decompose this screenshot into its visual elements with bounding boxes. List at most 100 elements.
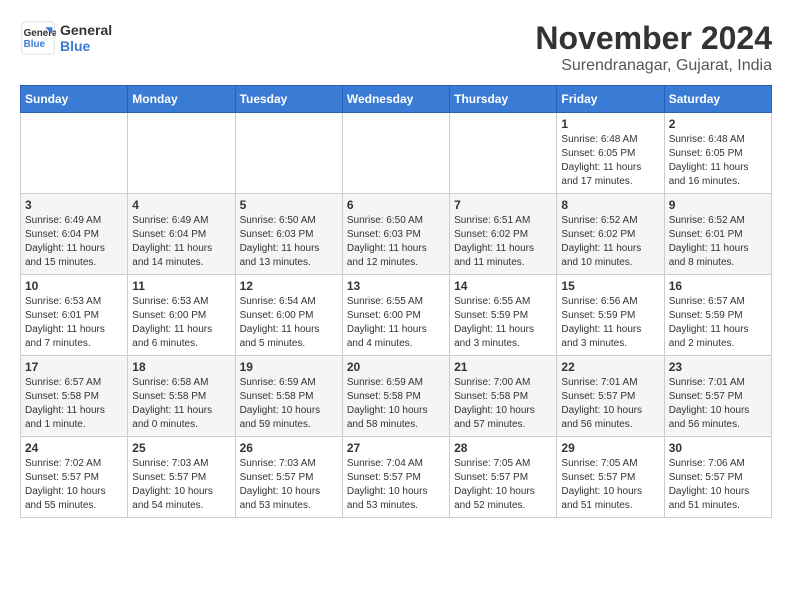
calendar-cell: 29 Sunrise: 7:05 AM Sunset: 5:57 PM Dayli… bbox=[557, 437, 664, 518]
day-number: 18 bbox=[132, 360, 230, 374]
day-number: 11 bbox=[132, 279, 230, 293]
logo-general: General bbox=[60, 22, 112, 38]
day-info: Sunrise: 6:49 AM Sunset: 6:04 PM Dayligh… bbox=[25, 214, 123, 270]
day-info: Sunrise: 6:48 AM Sunset: 6:05 PM Dayligh… bbox=[561, 133, 659, 189]
weekday-header-row: SundayMondayTuesdayWednesdayThursdayFrid… bbox=[21, 86, 772, 113]
calendar-cell bbox=[128, 113, 235, 194]
day-info: Sunrise: 6:53 AM Sunset: 6:00 PM Dayligh… bbox=[132, 295, 230, 351]
day-info: Sunrise: 6:55 AM Sunset: 6:00 PM Dayligh… bbox=[347, 295, 445, 351]
weekday-header-tuesday: Tuesday bbox=[235, 86, 342, 113]
day-number: 7 bbox=[454, 198, 552, 212]
day-number: 22 bbox=[561, 360, 659, 374]
day-info: Sunrise: 6:59 AM Sunset: 5:58 PM Dayligh… bbox=[347, 376, 445, 432]
day-number: 8 bbox=[561, 198, 659, 212]
calendar-cell bbox=[450, 113, 557, 194]
logo-blue: Blue bbox=[60, 38, 112, 54]
week-row-2: 3 Sunrise: 6:49 AM Sunset: 6:04 PM Daylig… bbox=[21, 194, 772, 275]
calendar-cell: 7 Sunrise: 6:51 AM Sunset: 6:02 PM Daylig… bbox=[450, 194, 557, 275]
weekday-header-saturday: Saturday bbox=[664, 86, 771, 113]
day-number: 4 bbox=[132, 198, 230, 212]
day-number: 28 bbox=[454, 441, 552, 455]
day-info: Sunrise: 6:53 AM Sunset: 6:01 PM Dayligh… bbox=[25, 295, 123, 351]
day-info: Sunrise: 7:05 AM Sunset: 5:57 PM Dayligh… bbox=[454, 457, 552, 513]
day-info: Sunrise: 7:02 AM Sunset: 5:57 PM Dayligh… bbox=[25, 457, 123, 513]
calendar-cell: 25 Sunrise: 7:03 AM Sunset: 5:57 PM Dayli… bbox=[128, 437, 235, 518]
calendar-cell: 16Sunrise: 6:57 AM Sunset: 5:59 PM Dayli… bbox=[664, 275, 771, 356]
day-info: Sunrise: 6:57 AM Sunset: 5:59 PM Dayligh… bbox=[669, 295, 767, 351]
month-title: November 2024 bbox=[535, 20, 772, 57]
day-number: 17 bbox=[25, 360, 123, 374]
calendar-cell: 13 Sunrise: 6:55 AM Sunset: 6:00 PM Dayli… bbox=[342, 275, 449, 356]
calendar-cell: 9 Sunrise: 6:52 AM Sunset: 6:01 PM Daylig… bbox=[664, 194, 771, 275]
day-number: 25 bbox=[132, 441, 230, 455]
page-header: General Blue General Blue November 2024 … bbox=[20, 20, 772, 75]
day-number: 20 bbox=[347, 360, 445, 374]
day-number: 26 bbox=[240, 441, 338, 455]
day-info: Sunrise: 6:52 AM Sunset: 6:01 PM Dayligh… bbox=[669, 214, 767, 270]
calendar-cell bbox=[235, 113, 342, 194]
day-info: Sunrise: 6:55 AM Sunset: 5:59 PM Dayligh… bbox=[454, 295, 552, 351]
day-info: Sunrise: 6:49 AM Sunset: 6:04 PM Dayligh… bbox=[132, 214, 230, 270]
day-info: Sunrise: 6:56 AM Sunset: 5:59 PM Dayligh… bbox=[561, 295, 659, 351]
logo-icon: General Blue bbox=[20, 20, 56, 56]
calendar-cell bbox=[21, 113, 128, 194]
week-row-1: 1 Sunrise: 6:48 AM Sunset: 6:05 PM Daylig… bbox=[21, 113, 772, 194]
calendar-cell: 14 Sunrise: 6:55 AM Sunset: 5:59 PM Dayli… bbox=[450, 275, 557, 356]
day-info: Sunrise: 7:03 AM Sunset: 5:57 PM Dayligh… bbox=[132, 457, 230, 513]
calendar-cell bbox=[342, 113, 449, 194]
day-info: Sunrise: 7:01 AM Sunset: 5:57 PM Dayligh… bbox=[669, 376, 767, 432]
day-number: 12 bbox=[240, 279, 338, 293]
calendar-cell: 3 Sunrise: 6:49 AM Sunset: 6:04 PM Daylig… bbox=[21, 194, 128, 275]
day-info: Sunrise: 7:01 AM Sunset: 5:57 PM Dayligh… bbox=[561, 376, 659, 432]
calendar-cell: 18Sunrise: 6:58 AM Sunset: 5:58 PM Dayli… bbox=[128, 356, 235, 437]
calendar-cell: 1 Sunrise: 6:48 AM Sunset: 6:05 PM Daylig… bbox=[557, 113, 664, 194]
day-number: 13 bbox=[347, 279, 445, 293]
calendar-cell: 4 Sunrise: 6:49 AM Sunset: 6:04 PM Daylig… bbox=[128, 194, 235, 275]
calendar-table: SundayMondayTuesdayWednesdayThursdayFrid… bbox=[20, 85, 772, 518]
day-number: 27 bbox=[347, 441, 445, 455]
week-row-4: 17 Sunrise: 6:57 AM Sunset: 5:58 PM Dayli… bbox=[21, 356, 772, 437]
calendar-cell: 8 Sunrise: 6:52 AM Sunset: 6:02 PM Daylig… bbox=[557, 194, 664, 275]
day-number: 9 bbox=[669, 198, 767, 212]
day-info: Sunrise: 7:04 AM Sunset: 5:57 PM Dayligh… bbox=[347, 457, 445, 513]
day-info: Sunrise: 7:06 AM Sunset: 5:57 PM Dayligh… bbox=[669, 457, 767, 513]
weekday-header-thursday: Thursday bbox=[450, 86, 557, 113]
day-number: 29 bbox=[561, 441, 659, 455]
calendar-cell: 26 Sunrise: 7:03 AM Sunset: 5:57 PM Dayli… bbox=[235, 437, 342, 518]
day-info: Sunrise: 7:05 AM Sunset: 5:57 PM Dayligh… bbox=[561, 457, 659, 513]
day-number: 1 bbox=[561, 117, 659, 131]
calendar-cell: 27 Sunrise: 7:04 AM Sunset: 5:57 PM Dayli… bbox=[342, 437, 449, 518]
calendar-cell: 5Sunrise: 6:50 AM Sunset: 6:03 PM Daylig… bbox=[235, 194, 342, 275]
calendar-cell: 11 Sunrise: 6:53 AM Sunset: 6:00 PM Dayli… bbox=[128, 275, 235, 356]
weekday-header-monday: Monday bbox=[128, 86, 235, 113]
day-info: Sunrise: 6:52 AM Sunset: 6:02 PM Dayligh… bbox=[561, 214, 659, 270]
day-number: 24 bbox=[25, 441, 123, 455]
day-info: Sunrise: 6:48 AM Sunset: 6:05 PM Dayligh… bbox=[669, 133, 767, 189]
day-number: 14 bbox=[454, 279, 552, 293]
day-info: Sunrise: 6:50 AM Sunset: 6:03 PM Dayligh… bbox=[347, 214, 445, 270]
day-number: 2 bbox=[669, 117, 767, 131]
day-info: Sunrise: 6:54 AM Sunset: 6:00 PM Dayligh… bbox=[240, 295, 338, 351]
calendar-cell: 10Sunrise: 6:53 AM Sunset: 6:01 PM Dayli… bbox=[21, 275, 128, 356]
day-info: Sunrise: 6:59 AM Sunset: 5:58 PM Dayligh… bbox=[240, 376, 338, 432]
day-info: Sunrise: 7:03 AM Sunset: 5:57 PM Dayligh… bbox=[240, 457, 338, 513]
calendar-cell: 24 Sunrise: 7:02 AM Sunset: 5:57 PM Dayli… bbox=[21, 437, 128, 518]
day-number: 15 bbox=[561, 279, 659, 293]
day-info: Sunrise: 7:00 AM Sunset: 5:58 PM Dayligh… bbox=[454, 376, 552, 432]
calendar-cell: 30Sunrise: 7:06 AM Sunset: 5:57 PM Dayli… bbox=[664, 437, 771, 518]
svg-text:Blue: Blue bbox=[24, 39, 46, 50]
calendar-cell: 15 Sunrise: 6:56 AM Sunset: 5:59 PM Dayli… bbox=[557, 275, 664, 356]
calendar-cell: 2 Sunrise: 6:48 AM Sunset: 6:05 PM Daylig… bbox=[664, 113, 771, 194]
day-number: 3 bbox=[25, 198, 123, 212]
logo: General Blue General Blue bbox=[20, 20, 112, 56]
title-block: November 2024 Surendranagar, Gujarat, In… bbox=[535, 20, 772, 75]
day-info: Sunrise: 6:51 AM Sunset: 6:02 PM Dayligh… bbox=[454, 214, 552, 270]
location: Surendranagar, Gujarat, India bbox=[535, 57, 772, 75]
calendar-cell: 21 Sunrise: 7:00 AM Sunset: 5:58 PM Dayli… bbox=[450, 356, 557, 437]
calendar-cell: 17 Sunrise: 6:57 AM Sunset: 5:58 PM Dayli… bbox=[21, 356, 128, 437]
day-info: Sunrise: 6:57 AM Sunset: 5:58 PM Dayligh… bbox=[25, 376, 123, 432]
day-number: 21 bbox=[454, 360, 552, 374]
day-number: 19 bbox=[240, 360, 338, 374]
weekday-header-friday: Friday bbox=[557, 86, 664, 113]
week-row-3: 10Sunrise: 6:53 AM Sunset: 6:01 PM Dayli… bbox=[21, 275, 772, 356]
